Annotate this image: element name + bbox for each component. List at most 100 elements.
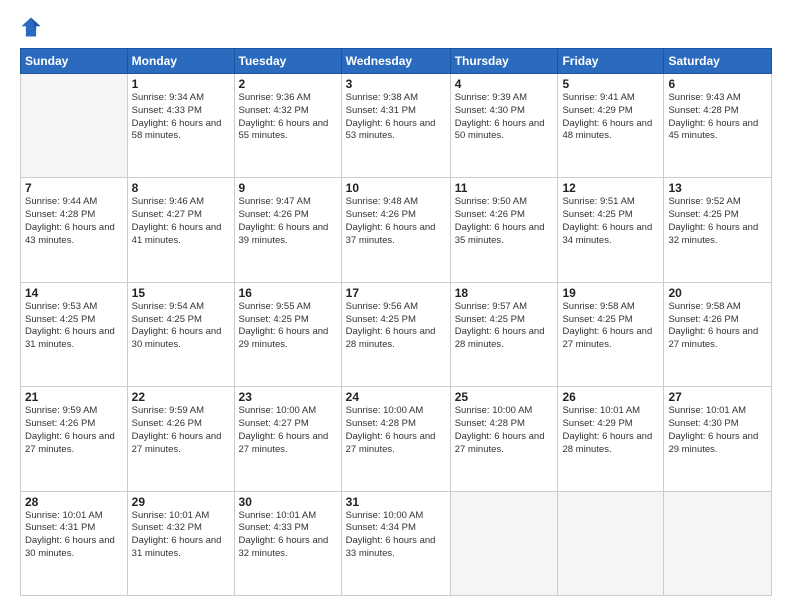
day-number: 3: [346, 77, 446, 91]
day-info: Sunrise: 9:57 AM Sunset: 4:25 PM Dayligh…: [455, 301, 554, 352]
day-cell: 20Sunrise: 9:58 AM Sunset: 4:26 PM Dayli…: [664, 282, 772, 386]
day-number: 26: [562, 390, 659, 404]
day-number: 30: [239, 495, 337, 509]
day-info: Sunrise: 9:50 AM Sunset: 4:26 PM Dayligh…: [455, 196, 554, 247]
day-number: 6: [668, 77, 767, 91]
day-cell: 13Sunrise: 9:52 AM Sunset: 4:25 PM Dayli…: [664, 178, 772, 282]
day-cell: 8Sunrise: 9:46 AM Sunset: 4:27 PM Daylig…: [127, 178, 234, 282]
header-cell-tuesday: Tuesday: [234, 49, 341, 74]
day-info: Sunrise: 9:58 AM Sunset: 4:26 PM Dayligh…: [668, 301, 767, 352]
calendar-body: 1Sunrise: 9:34 AM Sunset: 4:33 PM Daylig…: [21, 74, 772, 596]
day-info: Sunrise: 9:39 AM Sunset: 4:30 PM Dayligh…: [455, 92, 554, 143]
day-cell: 14Sunrise: 9:53 AM Sunset: 4:25 PM Dayli…: [21, 282, 128, 386]
day-info: Sunrise: 9:59 AM Sunset: 4:26 PM Dayligh…: [132, 405, 230, 456]
day-number: 5: [562, 77, 659, 91]
day-number: 31: [346, 495, 446, 509]
day-info: Sunrise: 9:56 AM Sunset: 4:25 PM Dayligh…: [346, 301, 446, 352]
day-info: Sunrise: 10:01 AM Sunset: 4:30 PM Daylig…: [668, 405, 767, 456]
day-number: 15: [132, 286, 230, 300]
day-cell: 12Sunrise: 9:51 AM Sunset: 4:25 PM Dayli…: [558, 178, 664, 282]
day-cell: 16Sunrise: 9:55 AM Sunset: 4:25 PM Dayli…: [234, 282, 341, 386]
day-number: 24: [346, 390, 446, 404]
day-number: 14: [25, 286, 123, 300]
day-number: 25: [455, 390, 554, 404]
day-number: 28: [25, 495, 123, 509]
day-cell: 31Sunrise: 10:00 AM Sunset: 4:34 PM Dayl…: [341, 491, 450, 595]
day-number: 9: [239, 181, 337, 195]
day-info: Sunrise: 10:00 AM Sunset: 4:28 PM Daylig…: [346, 405, 446, 456]
day-cell: 2Sunrise: 9:36 AM Sunset: 4:32 PM Daylig…: [234, 74, 341, 178]
day-cell: 28Sunrise: 10:01 AM Sunset: 4:31 PM Dayl…: [21, 491, 128, 595]
day-cell: 27Sunrise: 10:01 AM Sunset: 4:30 PM Dayl…: [664, 387, 772, 491]
day-number: 20: [668, 286, 767, 300]
day-number: 21: [25, 390, 123, 404]
day-cell: [558, 491, 664, 595]
day-cell: 11Sunrise: 9:50 AM Sunset: 4:26 PM Dayli…: [450, 178, 558, 282]
day-cell: 29Sunrise: 10:01 AM Sunset: 4:32 PM Dayl…: [127, 491, 234, 595]
day-cell: [664, 491, 772, 595]
header-row: SundayMondayTuesdayWednesdayThursdayFrid…: [21, 49, 772, 74]
day-cell: 23Sunrise: 10:00 AM Sunset: 4:27 PM Dayl…: [234, 387, 341, 491]
day-cell: 26Sunrise: 10:01 AM Sunset: 4:29 PM Dayl…: [558, 387, 664, 491]
day-info: Sunrise: 9:53 AM Sunset: 4:25 PM Dayligh…: [25, 301, 123, 352]
day-cell: 19Sunrise: 9:58 AM Sunset: 4:25 PM Dayli…: [558, 282, 664, 386]
header-cell-sunday: Sunday: [21, 49, 128, 74]
day-cell: 24Sunrise: 10:00 AM Sunset: 4:28 PM Dayl…: [341, 387, 450, 491]
day-number: 7: [25, 181, 123, 195]
day-cell: 17Sunrise: 9:56 AM Sunset: 4:25 PM Dayli…: [341, 282, 450, 386]
day-info: Sunrise: 10:01 AM Sunset: 4:33 PM Daylig…: [239, 510, 337, 561]
day-info: Sunrise: 10:00 AM Sunset: 4:34 PM Daylig…: [346, 510, 446, 561]
day-info: Sunrise: 9:52 AM Sunset: 4:25 PM Dayligh…: [668, 196, 767, 247]
day-info: Sunrise: 9:43 AM Sunset: 4:28 PM Dayligh…: [668, 92, 767, 143]
week-row-4: 28Sunrise: 10:01 AM Sunset: 4:31 PM Dayl…: [21, 491, 772, 595]
logo: [20, 16, 48, 38]
day-info: Sunrise: 10:01 AM Sunset: 4:31 PM Daylig…: [25, 510, 123, 561]
day-info: Sunrise: 9:44 AM Sunset: 4:28 PM Dayligh…: [25, 196, 123, 247]
day-info: Sunrise: 9:47 AM Sunset: 4:26 PM Dayligh…: [239, 196, 337, 247]
day-info: Sunrise: 9:38 AM Sunset: 4:31 PM Dayligh…: [346, 92, 446, 143]
day-info: Sunrise: 9:48 AM Sunset: 4:26 PM Dayligh…: [346, 196, 446, 247]
day-cell: [21, 74, 128, 178]
day-cell: 9Sunrise: 9:47 AM Sunset: 4:26 PM Daylig…: [234, 178, 341, 282]
header-cell-monday: Monday: [127, 49, 234, 74]
day-info: Sunrise: 9:41 AM Sunset: 4:29 PM Dayligh…: [562, 92, 659, 143]
header-cell-wednesday: Wednesday: [341, 49, 450, 74]
day-info: Sunrise: 9:34 AM Sunset: 4:33 PM Dayligh…: [132, 92, 230, 143]
day-number: 1: [132, 77, 230, 91]
day-info: Sunrise: 9:55 AM Sunset: 4:25 PM Dayligh…: [239, 301, 337, 352]
header-cell-friday: Friday: [558, 49, 664, 74]
header-cell-thursday: Thursday: [450, 49, 558, 74]
day-info: Sunrise: 10:00 AM Sunset: 4:28 PM Daylig…: [455, 405, 554, 456]
day-cell: 10Sunrise: 9:48 AM Sunset: 4:26 PM Dayli…: [341, 178, 450, 282]
day-number: 18: [455, 286, 554, 300]
day-info: Sunrise: 9:46 AM Sunset: 4:27 PM Dayligh…: [132, 196, 230, 247]
day-info: Sunrise: 9:54 AM Sunset: 4:25 PM Dayligh…: [132, 301, 230, 352]
day-info: Sunrise: 9:36 AM Sunset: 4:32 PM Dayligh…: [239, 92, 337, 143]
day-cell: [450, 491, 558, 595]
day-number: 22: [132, 390, 230, 404]
day-info: Sunrise: 10:00 AM Sunset: 4:27 PM Daylig…: [239, 405, 337, 456]
day-cell: 30Sunrise: 10:01 AM Sunset: 4:33 PM Dayl…: [234, 491, 341, 595]
day-number: 4: [455, 77, 554, 91]
day-cell: 22Sunrise: 9:59 AM Sunset: 4:26 PM Dayli…: [127, 387, 234, 491]
week-row-2: 14Sunrise: 9:53 AM Sunset: 4:25 PM Dayli…: [21, 282, 772, 386]
day-number: 13: [668, 181, 767, 195]
day-number: 16: [239, 286, 337, 300]
day-info: Sunrise: 10:01 AM Sunset: 4:29 PM Daylig…: [562, 405, 659, 456]
day-cell: 6Sunrise: 9:43 AM Sunset: 4:28 PM Daylig…: [664, 74, 772, 178]
calendar-header: SundayMondayTuesdayWednesdayThursdayFrid…: [21, 49, 772, 74]
header: [20, 16, 772, 38]
day-cell: 5Sunrise: 9:41 AM Sunset: 4:29 PM Daylig…: [558, 74, 664, 178]
day-cell: 15Sunrise: 9:54 AM Sunset: 4:25 PM Dayli…: [127, 282, 234, 386]
week-row-0: 1Sunrise: 9:34 AM Sunset: 4:33 PM Daylig…: [21, 74, 772, 178]
day-info: Sunrise: 9:58 AM Sunset: 4:25 PM Dayligh…: [562, 301, 659, 352]
day-info: Sunrise: 9:51 AM Sunset: 4:25 PM Dayligh…: [562, 196, 659, 247]
day-cell: 21Sunrise: 9:59 AM Sunset: 4:26 PM Dayli…: [21, 387, 128, 491]
day-cell: 1Sunrise: 9:34 AM Sunset: 4:33 PM Daylig…: [127, 74, 234, 178]
day-number: 11: [455, 181, 554, 195]
day-info: Sunrise: 9:59 AM Sunset: 4:26 PM Dayligh…: [25, 405, 123, 456]
day-number: 27: [668, 390, 767, 404]
calendar-table: SundayMondayTuesdayWednesdayThursdayFrid…: [20, 48, 772, 596]
header-cell-saturday: Saturday: [664, 49, 772, 74]
day-cell: 3Sunrise: 9:38 AM Sunset: 4:31 PM Daylig…: [341, 74, 450, 178]
